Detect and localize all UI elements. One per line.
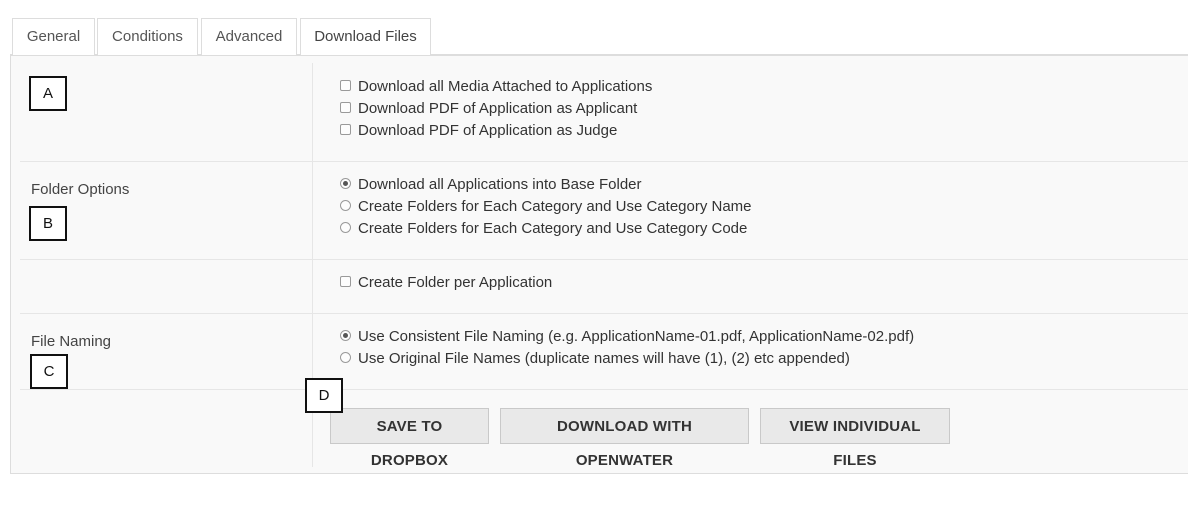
- folder-per-application-checkbox[interactable]: [340, 276, 351, 288]
- pdf-applicant-checkbox[interactable]: [340, 102, 351, 114]
- tab-bar: General Conditions Advanced Download Fil…: [10, 18, 1188, 56]
- save-to-dropbox-button[interactable]: SAVE TO DROPBOX: [330, 408, 489, 469]
- file-naming-row: File Naming Use Consistent File Naming (…: [20, 314, 1188, 390]
- download-media-checkbox[interactable]: [340, 80, 351, 92]
- option-pdf-judge[interactable]: Download PDF of Application as Judge: [340, 121, 617, 141]
- option-original-names[interactable]: Use Original File Names (duplicate names…: [340, 349, 850, 369]
- original-names-label: Use Original File Names (duplicate names…: [358, 350, 850, 367]
- annotation-marker-c: C: [30, 354, 68, 389]
- original-names-radio[interactable]: [340, 352, 351, 364]
- file-naming-label: File Naming: [31, 333, 112, 350]
- consistent-naming-label: Use Consistent File Naming (e.g. Applica…: [358, 328, 915, 345]
- annotation-marker-a: A: [29, 76, 67, 111]
- annotation-marker-d: D: [305, 378, 343, 413]
- base-folder-label: Download all Applications into Base Fold…: [358, 176, 642, 193]
- tab-conditions[interactable]: Conditions: [97, 18, 198, 55]
- option-category-name-folders[interactable]: Create Folders for Each Category and Use…: [340, 197, 752, 217]
- category-code-label: Create Folders for Each Category and Use…: [358, 220, 748, 237]
- folder-options-label: Folder Options: [31, 181, 130, 198]
- category-code-radio[interactable]: [340, 222, 351, 234]
- annotation-marker-b: B: [29, 206, 67, 241]
- option-pdf-applicant[interactable]: Download PDF of Application as Applicant: [340, 99, 637, 119]
- pdf-judge-checkbox[interactable]: [340, 124, 351, 136]
- pdf-judge-label: Download PDF of Application as Judge: [358, 122, 618, 139]
- folder-per-application-row: Create Folder per Application: [20, 260, 1188, 314]
- option-base-folder[interactable]: Download all Applications into Base Fold…: [340, 175, 642, 195]
- download-media-label: Download all Media Attached to Applicati…: [358, 78, 653, 95]
- category-name-label: Create Folders for Each Category and Use…: [358, 198, 752, 215]
- option-folder-per-application[interactable]: Create Folder per Application: [340, 273, 552, 293]
- view-individual-files-button[interactable]: VIEW INDIVIDUAL FILES: [760, 408, 950, 469]
- folder-options-row: Folder Options Download all Applications…: [20, 162, 1188, 260]
- category-name-radio[interactable]: [340, 200, 351, 212]
- download-with-openwater-button[interactable]: DOWNLOAD WITH OPENWATER: [500, 408, 749, 469]
- tab-advanced[interactable]: Advanced: [201, 18, 297, 55]
- pdf-applicant-label: Download PDF of Application as Applicant: [358, 100, 638, 117]
- tab-download-files[interactable]: Download Files: [300, 18, 431, 56]
- base-folder-radio[interactable]: [340, 178, 351, 190]
- option-download-media[interactable]: Download all Media Attached to Applicati…: [340, 77, 652, 97]
- option-category-code-folders[interactable]: Create Folders for Each Category and Use…: [340, 219, 747, 239]
- folder-per-application-label: Create Folder per Application: [358, 274, 553, 291]
- consistent-naming-radio[interactable]: [340, 330, 351, 342]
- media-options-row: Download all Media Attached to Applicati…: [20, 63, 1188, 162]
- option-consistent-naming[interactable]: Use Consistent File Naming (e.g. Applica…: [340, 327, 914, 347]
- tab-general[interactable]: General: [12, 18, 95, 55]
